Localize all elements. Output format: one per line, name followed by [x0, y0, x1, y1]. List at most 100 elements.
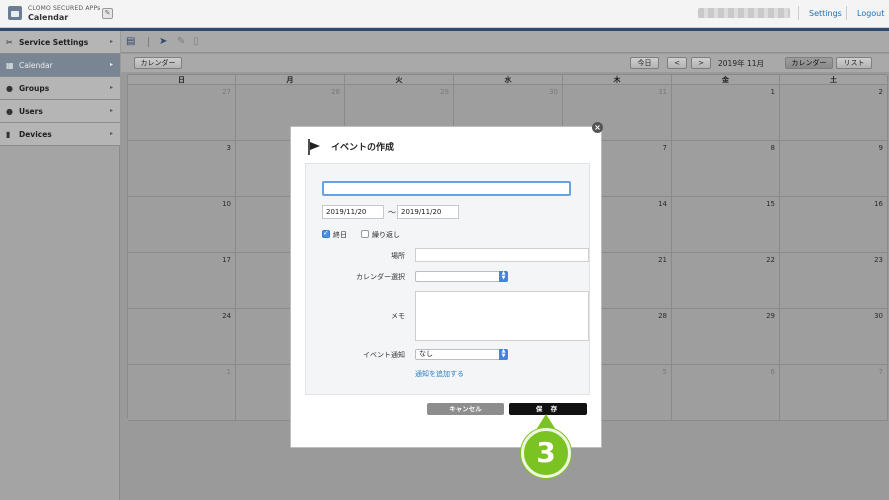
- weekday-header: 月: [236, 75, 345, 85]
- day-number: 6: [770, 368, 775, 376]
- pencil-icon[interactable]: ✎: [177, 36, 185, 47]
- top-header: CLOMO SECURED APPs Calendar ✎ Settings L…: [0, 0, 889, 28]
- calendar-day-cell[interactable]: 1: [128, 365, 236, 421]
- calendar-day-cell[interactable]: 3: [128, 141, 236, 197]
- calendar-day-cell[interactable]: 23: [780, 253, 888, 309]
- next-month-button[interactable]: >: [691, 57, 711, 69]
- day-number: 9: [878, 144, 883, 152]
- chevron-right-icon: ▸: [109, 130, 113, 137]
- select-arrows-icon: ▲ ▼: [499, 271, 508, 282]
- weekday-header: 木: [563, 75, 672, 85]
- create-event-dialog: イベントの作成 2019/11/20 〜 2019/11/20 終日 繰り返し …: [290, 126, 602, 448]
- memo-label: メモ: [391, 312, 405, 320]
- calendar-day-cell[interactable]: 6: [672, 365, 780, 421]
- day-number: 29: [766, 312, 775, 320]
- notify-select-value: なし: [419, 350, 433, 358]
- chevron-right-icon: ▸: [109, 61, 113, 68]
- day-number: 15: [766, 200, 775, 208]
- app-subtitle: CLOMO SECURED APPs: [28, 5, 101, 12]
- calendar-day-cell[interactable]: 9: [780, 141, 888, 197]
- group-icon: ●: [6, 84, 13, 93]
- calendar-day-cell[interactable]: 16: [780, 197, 888, 253]
- day-number: 7: [662, 144, 667, 152]
- trash-icon[interactable]: ▯: [193, 36, 199, 47]
- day-number: 28: [658, 312, 667, 320]
- place-label: 場所: [391, 252, 405, 260]
- day-number: 31: [658, 88, 667, 96]
- memo-textarea[interactable]: [415, 291, 589, 341]
- calendar-day-cell[interactable]: 29: [672, 309, 780, 365]
- sidebar-item-devices[interactable]: ▮ Devices ▸: [0, 123, 120, 146]
- sidebar-item-groups[interactable]: ● Groups ▸: [0, 77, 120, 100]
- close-icon[interactable]: ×: [592, 122, 603, 133]
- today-button[interactable]: 今日: [630, 57, 659, 69]
- chevron-right-icon: ▸: [109, 84, 113, 91]
- notify-select[interactable]: なし ▲ ▼: [415, 349, 508, 360]
- day-number: 10: [222, 200, 231, 208]
- calendar-day-cell[interactable]: 17: [128, 253, 236, 309]
- calendar-day-cell[interactable]: 15: [672, 197, 780, 253]
- app-title: Calendar: [28, 13, 69, 22]
- calendar-day-cell[interactable]: 7: [780, 365, 888, 421]
- day-number: 30: [874, 312, 883, 320]
- end-date-input[interactable]: 2019/11/20: [397, 205, 459, 219]
- settings-link[interactable]: Settings: [809, 9, 842, 18]
- chevron-right-icon: ▸: [109, 107, 113, 114]
- chevron-right-icon: ▸: [109, 38, 113, 45]
- calendar-day-cell[interactable]: 2: [780, 85, 888, 141]
- flag-icon: [308, 139, 320, 155]
- calendar-day-cell[interactable]: 27: [128, 85, 236, 141]
- repeat-checkbox[interactable]: [361, 230, 369, 238]
- start-date-input[interactable]: 2019/11/20: [322, 205, 384, 219]
- day-number: 5: [662, 368, 667, 376]
- day-number: 17: [222, 256, 231, 264]
- calendar-select-label: カレンダー選択: [356, 273, 405, 281]
- prev-month-button[interactable]: <: [667, 57, 687, 69]
- sidebar-item-users[interactable]: ● Users ▸: [0, 100, 120, 123]
- calendar-day-cell[interactable]: 24: [128, 309, 236, 365]
- allday-checkbox[interactable]: [322, 229, 330, 238]
- repeat-label: 繰り返し: [372, 231, 400, 239]
- day-number: 1: [226, 368, 231, 376]
- calendar-day-cell[interactable]: 10: [128, 197, 236, 253]
- day-number: 21: [658, 256, 667, 264]
- day-number: 3: [226, 144, 231, 152]
- calendar-day-cell[interactable]: 1: [672, 85, 780, 141]
- select-pointer-icon[interactable]: ➤: [159, 36, 167, 47]
- notify-label: イベント通知: [363, 351, 405, 359]
- day-number: 16: [874, 200, 883, 208]
- day-number: 28: [331, 88, 340, 96]
- weekday-header: 日: [128, 75, 236, 85]
- dialog-title: イベントの作成: [331, 143, 395, 153]
- calendar-day-cell[interactable]: 30: [780, 309, 888, 365]
- new-event-icon[interactable]: ▤: [126, 36, 135, 47]
- day-number: 24: [222, 312, 231, 320]
- calendar-day-cell[interactable]: 22: [672, 253, 780, 309]
- calendar-dropdown-button[interactable]: カレンダー: [134, 57, 182, 69]
- logout-link[interactable]: Logout: [857, 9, 884, 18]
- tools-icon: ✂: [6, 38, 13, 47]
- calendar-controls: [121, 54, 889, 72]
- place-input[interactable]: [415, 248, 589, 262]
- select-arrows-icon: ▲ ▼: [499, 349, 508, 360]
- view-list-button[interactable]: リスト: [836, 57, 872, 69]
- app-icon: [8, 6, 22, 20]
- weekday-header: 水: [454, 75, 563, 85]
- sidebar-item-service-settings[interactable]: ✂ Service Settings ▸: [0, 31, 120, 54]
- allday-label: 終日: [333, 231, 347, 239]
- device-icon: ▮: [6, 130, 11, 139]
- sidebar-item-label: Devices: [19, 130, 52, 139]
- calendar-toolbar: ▤ ➤ ✎ ▯: [121, 31, 889, 53]
- app-edit-icon[interactable]: ✎: [102, 8, 113, 19]
- event-form-panel: 2019/11/20 〜 2019/11/20 終日 繰り返し 場所 カレンダー…: [305, 163, 590, 395]
- calendar-day-cell[interactable]: 8: [672, 141, 780, 197]
- view-calendar-button[interactable]: カレンダー: [785, 57, 833, 69]
- sidebar-item-label: Calendar: [19, 61, 53, 70]
- calendar-select[interactable]: ▲ ▼: [415, 271, 508, 282]
- add-notification-link[interactable]: 通知を追加する: [415, 369, 464, 379]
- event-title-input[interactable]: [322, 181, 571, 196]
- cancel-button[interactable]: キャンセル: [427, 403, 504, 415]
- day-number: 14: [658, 200, 667, 208]
- sidebar-item-calendar[interactable]: ▦ Calendar ▸: [0, 54, 120, 77]
- day-number: 27: [222, 88, 231, 96]
